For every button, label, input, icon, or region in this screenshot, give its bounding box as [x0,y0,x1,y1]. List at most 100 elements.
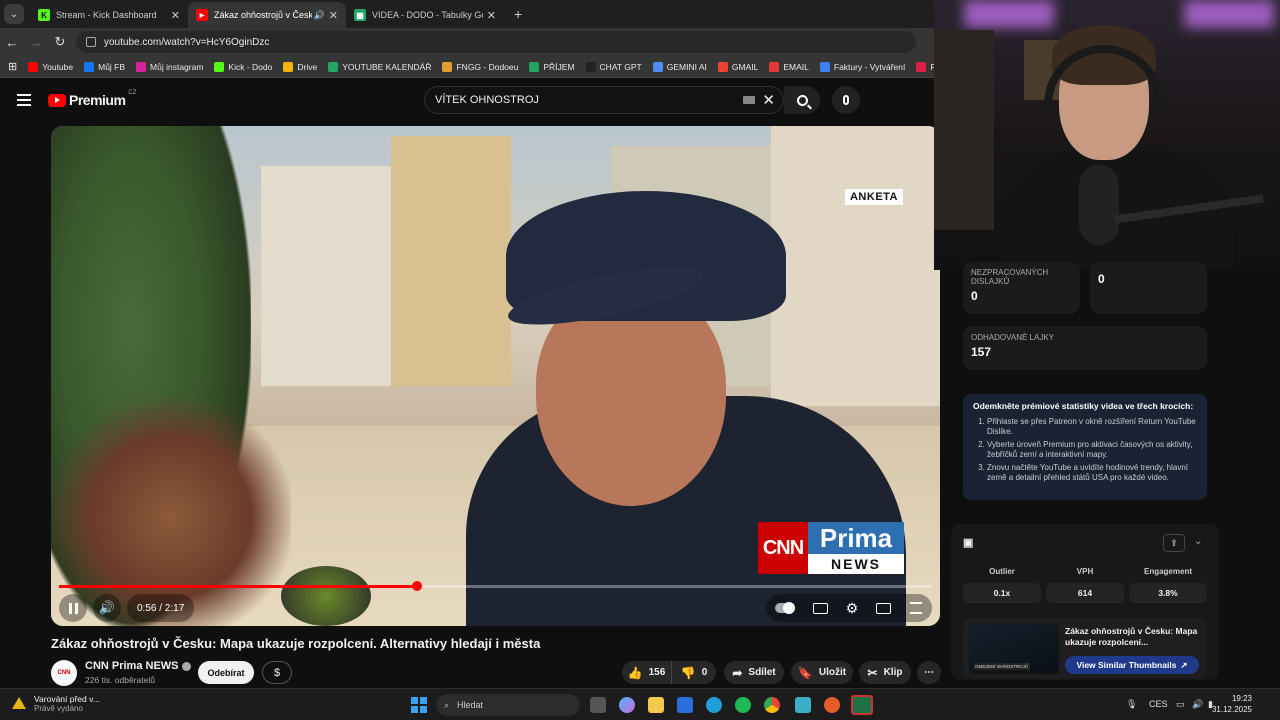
view-similar-thumbnails-button[interactable]: View Similar Thumbnails ↗ [1065,656,1199,674]
notification-widget[interactable]: Varování před v... Právě vydáno [12,694,100,713]
bookmark-item[interactable]: Můj FB [84,61,125,72]
subscribe-button[interactable]: Odebírat [198,661,254,684]
bookmark-item[interactable]: YOUTUBE KALENDÁŘ [328,61,431,72]
language-indicator[interactable]: CES [1149,699,1168,709]
chevron-down-icon[interactable]: ⌄ [1194,536,1202,547]
seek-handle[interactable] [411,581,422,591]
taskbar-search-placeholder: Hledat [457,700,484,710]
bookmark-favicon-icon [136,61,147,72]
menu-icon[interactable] [17,94,31,106]
outlook-icon[interactable] [677,697,693,713]
pause-button[interactable] [59,594,87,622]
bookmark-item[interactable]: CHAT GPT [585,61,642,72]
speaker-icon[interactable]: 🔊 [314,10,325,21]
clear-search-icon[interactable]: ✕ [762,91,775,109]
search-query: VÍTEK OHNOSTROJ [435,94,539,106]
bookmark-item[interactable]: GEMINI AI [652,61,707,72]
dislike-button[interactable]: 👎 0 [672,661,716,684]
site-info-icon[interactable] [86,37,96,47]
excel-icon[interactable] [851,695,873,715]
bookmark-favicon-icon [769,61,780,72]
fullscreen-icon[interactable] [909,602,923,614]
keyboard-icon[interactable] [743,96,755,104]
notepad-icon[interactable] [795,697,811,713]
settings-gear-icon[interactable]: ⚙ [846,600,859,617]
bookmark-item[interactable]: GMAIL [717,61,759,72]
cnn-prima-news-logo: CNN Prima NEWS [758,522,904,574]
autoplay-toggle[interactable] [774,602,795,614]
like-button[interactable]: 👍 156 [622,661,672,684]
stat-label: ODHADOVANÉ LAJKY [971,333,1054,342]
bookmark-item[interactable]: FNGG - Dodoeu [442,61,518,72]
player-controls: 🔊 0:56 / 2:17 ⚙ [59,594,932,622]
tab-search-button[interactable]: ⌄ [4,4,24,24]
obs-icon[interactable] [824,697,840,713]
bookmark-favicon-icon [283,61,294,72]
task-view-icon[interactable] [590,697,606,713]
thumbs-down-icon: 👎 [680,665,696,680]
clip-button[interactable]: ✂ Klip [859,661,911,684]
bookmark-item[interactable]: EMAIL [769,61,809,72]
export-icon[interactable]: ⇪ [1163,534,1185,552]
tab-kick-dashboard[interactable]: K Stream - Kick Dashboard ✕ [30,2,188,28]
bookmark-item[interactable]: Drive [283,61,317,72]
close-tab-icon[interactable]: ✕ [329,9,338,22]
forward-arrow-icon[interactable]: → [24,35,48,50]
mute-button[interactable]: 🔊 [93,594,121,622]
share-button[interactable]: ➦ Sdílet [724,661,784,684]
bookmark-item[interactable]: Faktury - Vytváření [819,61,905,72]
related-thumbnail-card[interactable]: OMEZENÍ OHŇOSTROJŮ Zákaz ohňostrojů v Če… [963,618,1207,678]
copilot-icon[interactable] [619,697,635,713]
clock[interactable]: 19:23 31.12.2025 [1212,693,1252,715]
search-input[interactable]: VÍTEK OHNOSTROJ ✕ [424,86,784,114]
ceiling-light [1184,0,1274,28]
stat-value: 0 [1098,272,1105,286]
search-button[interactable] [784,86,820,114]
bookmark-favicon-icon [28,61,39,72]
start-button[interactable] [411,697,427,713]
metric-value: 3.8% [1129,583,1207,603]
youtube-logo[interactable]: Premium CZ [48,90,136,108]
miniplayer-icon[interactable] [876,602,892,614]
reload-icon[interactable]: ↻ [48,34,72,50]
more-actions-button[interactable]: ⋯ [917,661,941,684]
network-icon[interactable]: ▭ [1176,699,1185,710]
seek-bar[interactable] [59,581,932,591]
close-tab-icon[interactable]: ✕ [487,9,496,22]
close-tab-icon[interactable]: ✕ [171,9,180,22]
spotify-icon[interactable] [735,697,751,713]
channel-name[interactable]: CNN Prima NEWS [85,660,191,672]
extension-logo-icon: ▣ [963,537,974,549]
bookmark-label: GMAIL [731,61,759,72]
microphone-tray-icon[interactable]: 🎙 [1126,699,1137,710]
tab-youtube-video[interactable]: ▶ Zákaz ohňostrojů v Česku: M 🔊 ✕ [188,2,346,28]
promo-step: Přihlaste se přes Patreon v okně rozšíře… [987,417,1197,437]
search-icon [796,94,808,106]
chrome-icon[interactable] [764,697,780,713]
video-player[interactable]: ANKETA CNN Prima NEWS 🔊 0:56 / 2:17 ⚙ [51,126,940,626]
video-thumbnail[interactable]: OMEZENÍ OHŇOSTROJŮ [969,624,1059,674]
bookmark-item[interactable]: Můj instagram [136,61,203,72]
bookmark-item[interactable]: Youtube [28,61,73,72]
volume-tray-icon[interactable]: 🔊 [1192,699,1203,710]
tab-google-sheets[interactable]: ▦ VIDEA - DODO - Tabulky Goog ✕ [346,2,504,28]
channel-avatar[interactable]: CNN [51,660,77,686]
new-tab-button[interactable]: + [514,6,522,22]
webcam-overlay [934,0,1280,270]
bookmark-item[interactable]: Kick - Dodo [214,61,272,72]
url-field[interactable]: youtube.com/watch?v=HcY6OginDzc [76,31,916,53]
back-arrow-icon[interactable]: ← [0,35,24,50]
promo-step: Znovu načtěte YouTube a uvidíte hodinové… [987,463,1197,483]
voice-search-button[interactable] [832,86,860,114]
related-title: Zákaz ohňostrojů v Česku: Mapa ukazuje r… [1065,626,1198,647]
file-explorer-icon[interactable] [648,697,664,713]
save-button[interactable]: 🔖 Uložit [791,661,853,684]
taskbar-search[interactable]: ⌕ Hledat [436,694,580,716]
thumbnail-caption: OMEZENÍ OHŇOSTROJŮ [973,663,1031,670]
logo-text: Premium [69,92,126,108]
edge-icon[interactable] [706,697,722,713]
bookmark-item[interactable]: PŘÍJEM [529,61,575,72]
apps-grid-icon[interactable]: ⊞ [8,60,17,73]
thanks-button[interactable]: $ [262,661,292,684]
subtitles-icon[interactable] [812,602,828,614]
